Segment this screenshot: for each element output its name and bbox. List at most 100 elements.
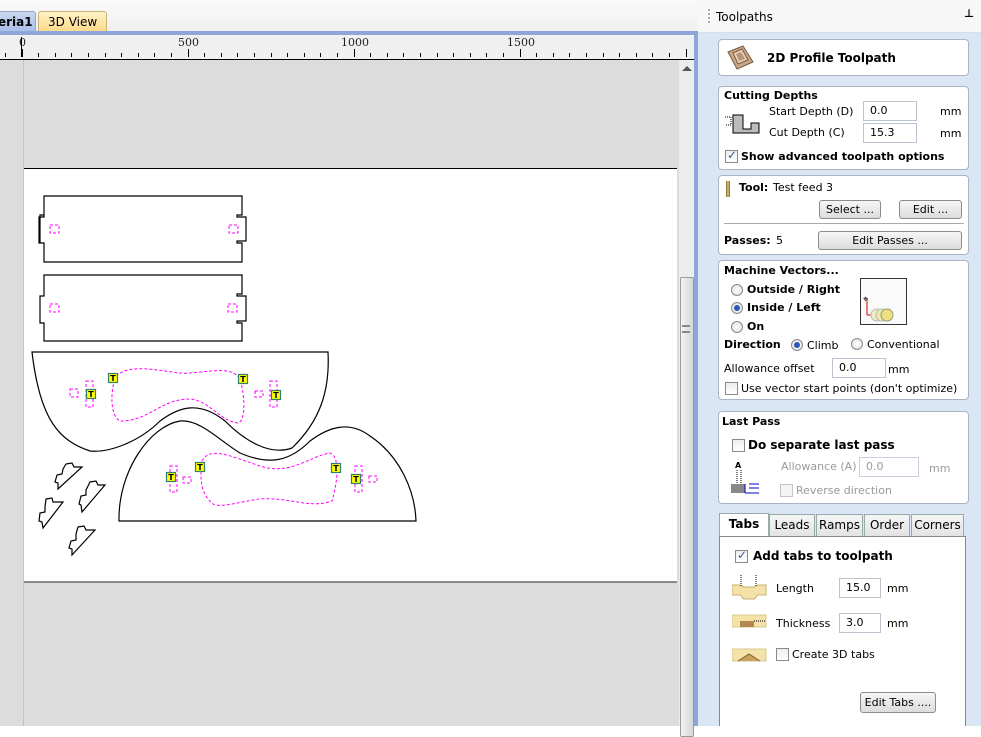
ruler-tick bbox=[370, 53, 371, 57]
conventional-radio[interactable] bbox=[851, 338, 863, 350]
tab-thickness-icon bbox=[732, 614, 767, 628]
reverse-direction-checkbox[interactable] bbox=[780, 484, 793, 497]
vector-drawing[interactable]: T T T T T T T T bbox=[24, 169, 677, 584]
tab-marker[interactable]: T bbox=[270, 389, 282, 401]
length-input[interactable]: 15.0 bbox=[839, 578, 881, 598]
reverse-direction-label: Reverse direction bbox=[796, 484, 892, 497]
toolpath-slot bbox=[49, 303, 60, 313]
ruler-tick bbox=[88, 53, 89, 57]
ruler-tick bbox=[503, 53, 504, 57]
on-radio[interactable] bbox=[731, 321, 743, 333]
length-label: Length bbox=[776, 582, 814, 595]
tab-tabs[interactable]: Tabs bbox=[719, 513, 769, 537]
svg-text:T: T bbox=[333, 464, 339, 473]
cutting-depths-group: Cutting Depths Start Depth (D) 0.0 mm Cu… bbox=[718, 86, 969, 170]
allowance-a-input[interactable]: 0.0 bbox=[859, 457, 919, 477]
select-tool-button[interactable]: Select ... bbox=[819, 200, 881, 219]
create-3d-tabs-label: Create 3D tabs bbox=[792, 648, 875, 661]
ruler-tick bbox=[254, 53, 255, 57]
outside-right-radio[interactable] bbox=[731, 284, 743, 296]
unit-label: mm bbox=[887, 582, 909, 595]
pin-icon[interactable]: ⊥ bbox=[964, 7, 974, 20]
ruler-tick bbox=[105, 53, 106, 57]
3d-tab-icon bbox=[732, 648, 767, 662]
panel-title: Toolpaths bbox=[716, 10, 773, 24]
create-3d-tabs-checkbox[interactable] bbox=[776, 648, 789, 661]
scroll-up-arrow-icon[interactable] bbox=[682, 66, 692, 71]
ruler-tick bbox=[586, 53, 587, 57]
ruler-tick bbox=[320, 53, 321, 57]
tabs-page: Add tabs to toolpath Length 15.0 mm Thic… bbox=[719, 536, 966, 726]
tab-length-icon bbox=[732, 575, 767, 600]
tab-order[interactable]: Order bbox=[864, 514, 910, 536]
cut-side-preview-icon: ⌖ bbox=[860, 278, 907, 325]
edit-passes-button[interactable]: Edit Passes ... bbox=[818, 231, 962, 250]
edit-tabs-button[interactable]: Edit Tabs .... bbox=[860, 692, 936, 713]
toolpath-slot bbox=[368, 475, 378, 483]
ruler-tick bbox=[121, 53, 122, 57]
tab-2d-view[interactable]: eria1 bbox=[0, 11, 36, 32]
tab-3d-view[interactable]: 3D View bbox=[38, 11, 108, 32]
tab-marker[interactable]: T bbox=[165, 471, 177, 483]
drag-grip-icon[interactable] bbox=[708, 9, 710, 23]
vector-start-points-checkbox[interactable] bbox=[725, 382, 738, 395]
ruler-tick bbox=[304, 53, 305, 57]
conventional-label: Conventional bbox=[867, 338, 940, 351]
tool-label: Tool: bbox=[739, 181, 769, 194]
depth-diagram-icon bbox=[725, 114, 760, 134]
edit-tool-button[interactable]: Edit ... bbox=[899, 200, 962, 219]
ruler-tick bbox=[221, 53, 222, 57]
ruler-tick bbox=[271, 53, 272, 57]
separate-last-pass-checkbox[interactable] bbox=[732, 439, 745, 452]
unit-label: mm bbox=[888, 363, 910, 376]
horizontal-ruler: 0 500 1000 1500 bbox=[0, 35, 694, 60]
tab-marker[interactable]: T bbox=[237, 373, 249, 385]
last-pass-group: Last Pass Do separate last pass A Allowa… bbox=[718, 411, 969, 504]
show-advanced-label: Show advanced toolpath options bbox=[741, 150, 945, 163]
thickness-input[interactable]: 3.0 bbox=[839, 613, 881, 633]
tab-marker[interactable]: T bbox=[194, 461, 206, 473]
rect-panel-top bbox=[38, 195, 247, 263]
material-sheet[interactable]: T T T T T T T T bbox=[24, 168, 677, 583]
climb-radio[interactable] bbox=[791, 339, 803, 351]
tab-leads[interactable]: Leads bbox=[769, 514, 815, 536]
tab-marker[interactable]: T bbox=[107, 372, 119, 384]
tab-marker[interactable]: T bbox=[330, 462, 342, 474]
ruler-tick bbox=[603, 53, 604, 57]
ruler-tick bbox=[669, 53, 670, 57]
ruler-tick bbox=[470, 53, 471, 57]
inside-left-radio[interactable] bbox=[731, 302, 743, 314]
toolpath-cutout-lower bbox=[200, 452, 338, 506]
vertical-scrollbar[interactable] bbox=[678, 60, 694, 737]
rect-panel-bottom bbox=[39, 274, 247, 342]
add-tabs-checkbox[interactable] bbox=[735, 548, 748, 563]
unit-label: mm bbox=[940, 127, 962, 140]
ruler-tick bbox=[569, 53, 570, 57]
svg-text:T: T bbox=[273, 391, 279, 400]
allowance-a-label: Allowance (A) bbox=[781, 460, 857, 473]
tab-marker[interactable]: T bbox=[85, 388, 97, 400]
ruler-tick bbox=[237, 53, 238, 57]
last-pass-heading: Last Pass bbox=[722, 415, 781, 428]
cut-depth-input[interactable]: 15.3 bbox=[863, 123, 917, 143]
allowance-offset-input[interactable]: 0.0 bbox=[832, 358, 886, 378]
ruler-tick bbox=[636, 53, 637, 57]
tab-ramps[interactable]: Ramps bbox=[816, 514, 863, 536]
climb-label: Climb bbox=[807, 339, 839, 352]
ruler-label: 500 bbox=[178, 36, 199, 49]
toolpath-title-box: 2D Profile Toolpath bbox=[718, 39, 969, 76]
grip-icon bbox=[682, 325, 690, 333]
start-depth-label: Start Depth (D) bbox=[769, 105, 854, 118]
last-pass-diagram-icon: A bbox=[731, 461, 759, 494]
tab-corners[interactable]: Corners bbox=[911, 514, 964, 536]
start-depth-input[interactable]: 0.0 bbox=[863, 101, 917, 121]
ruler-tick bbox=[686, 49, 687, 57]
machine-vectors-heading: Machine Vectors... bbox=[724, 264, 839, 277]
ruler-tick bbox=[536, 53, 537, 57]
scrollbar-thumb[interactable] bbox=[680, 277, 694, 737]
on-label: On bbox=[747, 320, 765, 333]
show-advanced-checkbox[interactable] bbox=[725, 148, 738, 163]
tool-group: Tool: Test feed 3 Select ... Edit ... Pa… bbox=[718, 175, 969, 255]
ruler-tick bbox=[553, 53, 554, 57]
tab-marker[interactable]: T bbox=[350, 473, 362, 485]
